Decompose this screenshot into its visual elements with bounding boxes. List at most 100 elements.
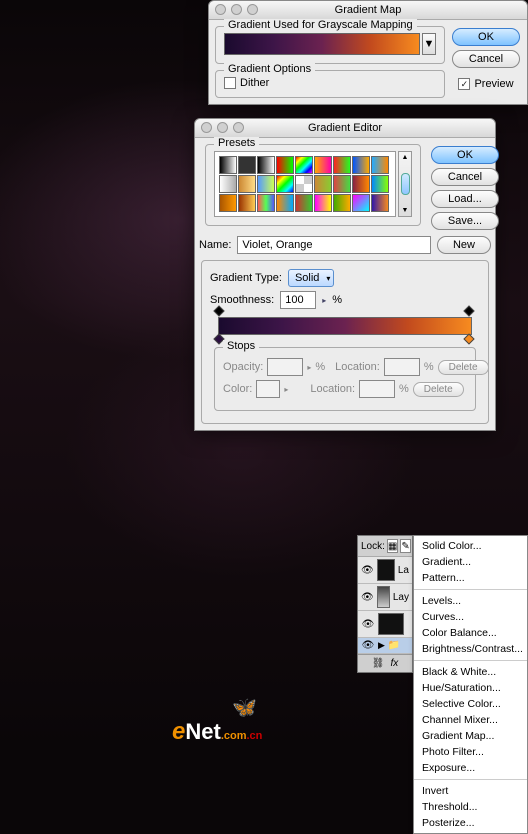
preset-swatch[interactable] bbox=[238, 175, 256, 193]
gradient-map-title: Gradient Map bbox=[335, 4, 402, 16]
gradient-edit-strip[interactable] bbox=[218, 317, 472, 335]
scrollbar-thumb[interactable] bbox=[401, 173, 410, 195]
smoothness-input[interactable] bbox=[280, 291, 316, 309]
layer-row[interactable]: 👁▶📁 bbox=[358, 638, 412, 654]
preset-swatch[interactable] bbox=[276, 175, 294, 193]
menu-item[interactable]: Threshold... bbox=[414, 799, 527, 815]
preset-swatch[interactable] bbox=[352, 194, 370, 212]
menu-item[interactable]: Gradient... bbox=[414, 554, 527, 570]
menu-item[interactable]: Levels... bbox=[414, 593, 527, 609]
presets-grid[interactable] bbox=[214, 151, 396, 217]
dither-checkbox[interactable]: Dither bbox=[224, 77, 436, 89]
preset-swatch[interactable] bbox=[238, 194, 256, 212]
menu-item[interactable]: Solid Color... bbox=[414, 538, 527, 554]
watermark: eNet.com.cn bbox=[172, 718, 262, 746]
opacity-stop-right[interactable] bbox=[465, 307, 475, 317]
preset-swatch[interactable] bbox=[333, 156, 351, 174]
menu-item[interactable]: Brightness/Contrast... bbox=[414, 641, 527, 657]
preset-swatch[interactable] bbox=[257, 156, 275, 174]
color-stop-right[interactable] bbox=[465, 335, 475, 345]
preset-swatch[interactable] bbox=[314, 175, 332, 193]
opacity-stop-left[interactable] bbox=[215, 307, 225, 317]
preset-swatch[interactable] bbox=[219, 175, 237, 193]
visibility-icon[interactable]: 👁 bbox=[361, 619, 375, 630]
gradient-type-label: Gradient Type: bbox=[210, 272, 282, 284]
menu-item[interactable]: Pattern... bbox=[414, 570, 527, 586]
preset-swatch[interactable] bbox=[257, 194, 275, 212]
color-swatch bbox=[256, 380, 280, 398]
presets-legend: Presets bbox=[214, 137, 259, 149]
preset-swatch[interactable] bbox=[219, 194, 237, 212]
menu-separator bbox=[414, 589, 527, 590]
delete-opacity-stop-button: Delete bbox=[438, 360, 489, 375]
gradient-settings-group: Gradient Type: Solid Smoothness: ▸ % Sto… bbox=[201, 260, 489, 424]
opacity-label: Opacity: bbox=[223, 361, 263, 373]
preset-swatch[interactable] bbox=[352, 156, 370, 174]
gradient-map-titlebar[interactable]: Gradient Map bbox=[209, 1, 527, 20]
preset-swatch[interactable] bbox=[314, 194, 332, 212]
menu-item[interactable]: Selective Color... bbox=[414, 696, 527, 712]
preset-swatch[interactable] bbox=[276, 194, 294, 212]
preset-swatch[interactable] bbox=[352, 175, 370, 193]
preset-swatch[interactable] bbox=[219, 156, 237, 174]
menu-item[interactable]: Photo Filter... bbox=[414, 744, 527, 760]
menu-item[interactable]: Exposure... bbox=[414, 760, 527, 776]
ok-button[interactable]: OK bbox=[452, 28, 520, 46]
visibility-icon[interactable]: 👁 bbox=[361, 592, 374, 603]
presets-scrollbar[interactable]: ▲ ▼ bbox=[398, 151, 412, 217]
visibility-icon[interactable]: 👁 bbox=[361, 565, 374, 576]
visibility-icon[interactable]: 👁 bbox=[361, 640, 375, 651]
new-button[interactable]: New bbox=[437, 236, 491, 254]
link-icon[interactable]: ⛓ bbox=[372, 658, 385, 669]
menu-item[interactable]: Gradient Map... bbox=[414, 728, 527, 744]
menu-item[interactable]: Black & White... bbox=[414, 664, 527, 680]
adjustment-layer-menu[interactable]: Solid Color...Gradient...Pattern... Level… bbox=[413, 535, 528, 834]
layers-bottom-bar: ⛓ fx bbox=[358, 654, 412, 672]
menu-item[interactable]: Color Balance... bbox=[414, 625, 527, 641]
name-input[interactable] bbox=[237, 236, 431, 254]
preset-swatch[interactable] bbox=[333, 194, 351, 212]
gradient-editor-title: Gradient Editor bbox=[308, 122, 382, 134]
cancel-button[interactable]: Cancel bbox=[452, 50, 520, 68]
gradient-type-select[interactable]: Solid bbox=[288, 269, 334, 287]
lock-transparency-icon[interactable]: ▦ bbox=[387, 539, 398, 553]
window-controls[interactable] bbox=[215, 4, 258, 15]
layer-row[interactable]: 👁La bbox=[358, 557, 412, 584]
preset-swatch[interactable] bbox=[276, 156, 294, 174]
fx-icon[interactable]: fx bbox=[390, 658, 398, 669]
preset-swatch[interactable] bbox=[295, 175, 313, 193]
ok-button[interactable]: OK bbox=[431, 146, 499, 164]
preset-swatch[interactable] bbox=[371, 156, 389, 174]
cancel-button[interactable]: Cancel bbox=[431, 168, 499, 186]
preset-swatch[interactable] bbox=[371, 194, 389, 212]
preset-swatch[interactable] bbox=[295, 156, 313, 174]
menu-item[interactable]: Hue/Saturation... bbox=[414, 680, 527, 696]
preset-swatch[interactable] bbox=[257, 175, 275, 193]
layer-thumbnail bbox=[378, 613, 404, 635]
gradient-dropdown-button[interactable]: ▼ bbox=[422, 33, 436, 55]
layer-thumbnail bbox=[377, 586, 390, 608]
layer-row[interactable]: 👁Lay bbox=[358, 584, 412, 611]
menu-item[interactable]: Curves... bbox=[414, 609, 527, 625]
menu-item[interactable]: Channel Mixer... bbox=[414, 712, 527, 728]
preset-swatch[interactable] bbox=[314, 156, 332, 174]
gradient-preview[interactable] bbox=[224, 33, 420, 55]
preview-checkbox[interactable]: ✓ Preview bbox=[458, 78, 513, 90]
gradient-editor-titlebar[interactable]: Gradient Editor bbox=[195, 119, 495, 138]
preset-swatch[interactable] bbox=[238, 156, 256, 174]
preset-swatch[interactable] bbox=[371, 175, 389, 193]
save-button[interactable]: Save... bbox=[431, 212, 499, 230]
load-button[interactable]: Load... bbox=[431, 190, 499, 208]
preset-swatch[interactable] bbox=[295, 194, 313, 212]
preset-swatch[interactable] bbox=[333, 175, 351, 193]
smoothness-stepper[interactable]: ▸ bbox=[322, 296, 326, 305]
disclosure-icon[interactable]: ▶ bbox=[378, 640, 385, 651]
menu-item[interactable]: Posterize... bbox=[414, 815, 527, 831]
menu-item[interactable]: Invert bbox=[414, 783, 527, 799]
gradient-options-legend: Gradient Options bbox=[224, 63, 315, 75]
layer-row[interactable]: 👁 bbox=[358, 611, 412, 638]
lock-brush-icon[interactable]: ✎ bbox=[400, 539, 410, 553]
location-label: Location: bbox=[335, 361, 380, 373]
location-label: Location: bbox=[310, 383, 355, 395]
window-controls[interactable] bbox=[201, 122, 244, 133]
